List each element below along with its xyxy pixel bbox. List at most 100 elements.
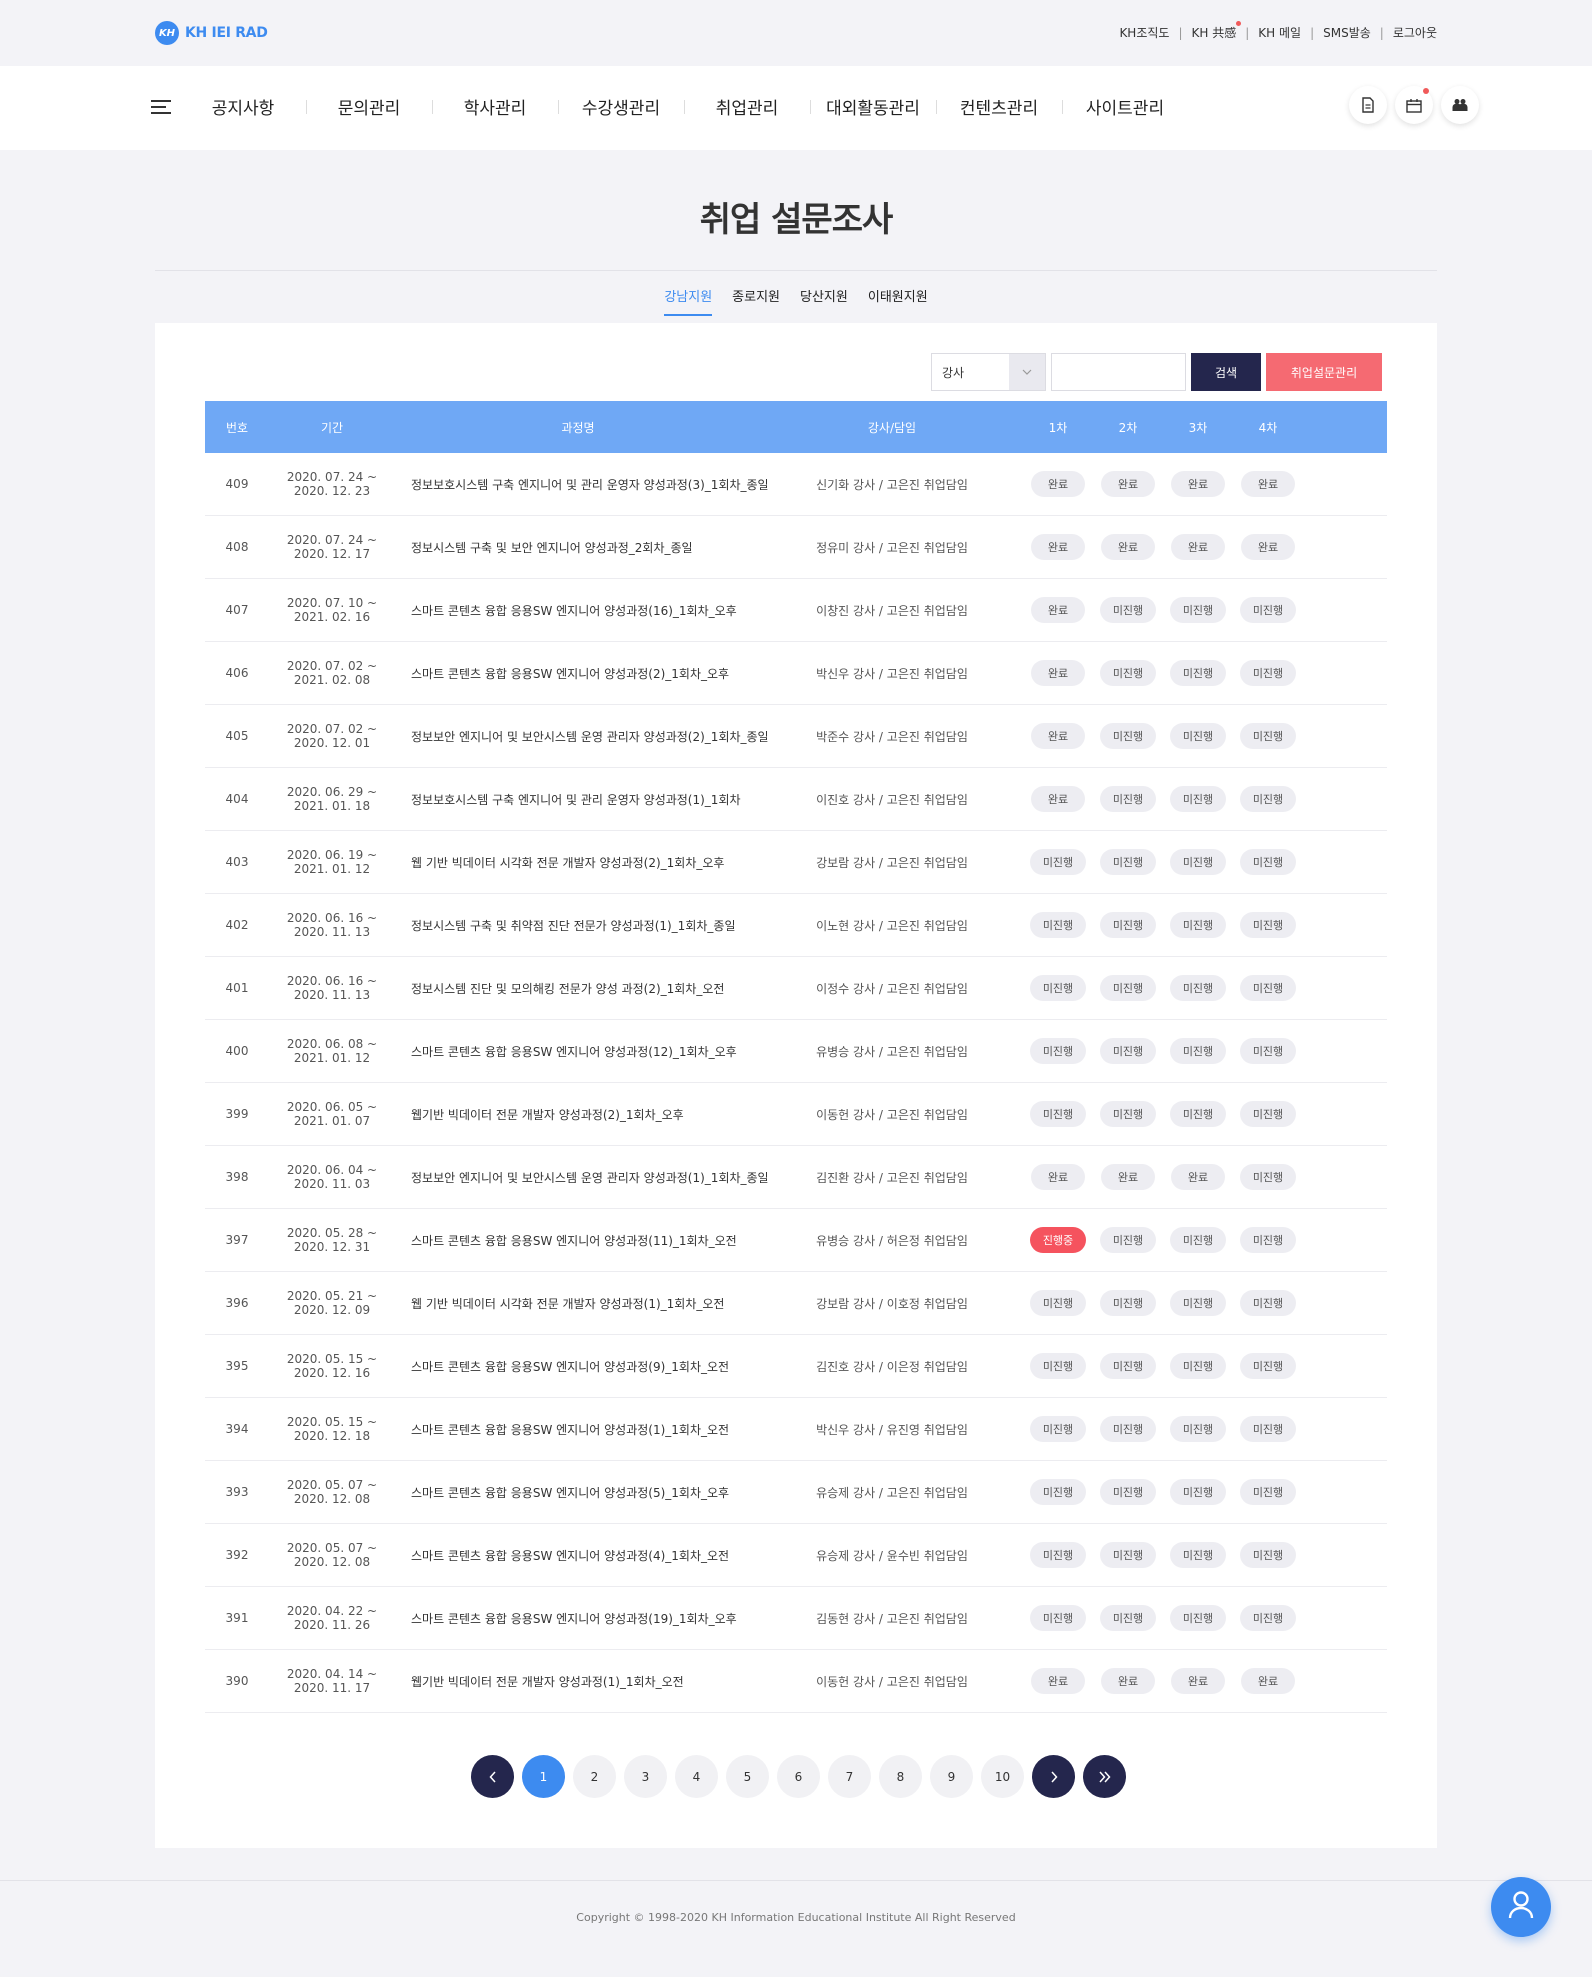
status-badge[interactable]: 미진행 <box>1170 912 1226 938</box>
page-button-2[interactable]: 2 <box>573 1755 616 1798</box>
status-badge[interactable]: 미진행 <box>1030 1290 1086 1316</box>
page-button-4[interactable]: 4 <box>675 1755 718 1798</box>
status-badge[interactable]: 미진행 <box>1170 975 1226 1001</box>
status-badge[interactable]: 완료 <box>1241 534 1295 560</box>
status-badge[interactable]: 미진행 <box>1240 786 1296 812</box>
table-row[interactable]: 391 2020. 04. 22 ~ 2020. 11. 26 스마트 콘텐츠 융합… <box>205 1587 1387 1650</box>
status-badge[interactable]: 완료 <box>1031 786 1085 812</box>
status-badge[interactable]: 완료 <box>1031 471 1085 497</box>
status-badge[interactable]: 미진행 <box>1100 1038 1156 1064</box>
status-badge[interactable]: 미진행 <box>1170 1101 1226 1127</box>
status-badge[interactable]: 미진행 <box>1240 1290 1296 1316</box>
status-badge[interactable]: 완료 <box>1031 534 1085 560</box>
table-row[interactable]: 397 2020. 05. 28 ~ 2020. 12. 31 스마트 콘텐츠 융합… <box>205 1209 1387 1272</box>
status-badge[interactable]: 완료 <box>1031 660 1085 686</box>
status-badge[interactable]: 미진행 <box>1240 1605 1296 1631</box>
status-badge[interactable]: 미진행 <box>1170 1542 1226 1568</box>
status-badge[interactable]: 미진행 <box>1170 1416 1226 1442</box>
page-button-5[interactable]: 5 <box>726 1755 769 1798</box>
table-row[interactable]: 393 2020. 05. 07 ~ 2020. 12. 08 스마트 콘텐츠 융합… <box>205 1461 1387 1524</box>
table-row[interactable]: 394 2020. 05. 15 ~ 2020. 12. 18 스마트 콘텐츠 융합… <box>205 1398 1387 1461</box>
status-badge[interactable]: 미진행 <box>1240 1542 1296 1568</box>
table-row[interactable]: 409 2020. 07. 24 ~ 2020. 12. 23 정보보호시스템 구축… <box>205 453 1387 516</box>
nav-item-site[interactable]: 사이트관리 <box>1062 94 1188 119</box>
status-badge[interactable]: 진행중 <box>1030 1227 1086 1253</box>
tab-itaewon[interactable]: 이태원지원 <box>868 286 928 316</box>
status-badge[interactable]: 미진행 <box>1170 1605 1226 1631</box>
nav-item-academic[interactable]: 학사관리 <box>432 94 558 119</box>
table-row[interactable]: 400 2020. 06. 08 ~ 2021. 01. 12 스마트 콘텐츠 융합… <box>205 1020 1387 1083</box>
status-badge[interactable]: 미진행 <box>1170 1227 1226 1253</box>
table-row[interactable]: 405 2020. 07. 02 ~ 2020. 12. 01 정보보안 엔지니어 … <box>205 705 1387 768</box>
status-badge[interactable]: 미진행 <box>1240 723 1296 749</box>
page-button-8[interactable]: 8 <box>879 1755 922 1798</box>
status-badge[interactable]: 완료 <box>1101 534 1155 560</box>
status-badge[interactable]: 미진행 <box>1030 975 1086 1001</box>
nav-item-notice[interactable]: 공지사항 <box>180 94 306 119</box>
table-row[interactable]: 392 2020. 05. 07 ~ 2020. 12. 08 스마트 콘텐츠 융합… <box>205 1524 1387 1587</box>
last-page-button[interactable] <box>1083 1755 1126 1798</box>
status-badge[interactable]: 미진행 <box>1240 849 1296 875</box>
status-badge[interactable]: 미진행 <box>1030 1479 1086 1505</box>
status-badge[interactable]: 미진행 <box>1030 1101 1086 1127</box>
page-button-3[interactable]: 3 <box>624 1755 667 1798</box>
user-profile-fab[interactable] <box>1491 1877 1551 1937</box>
status-badge[interactable]: 미진행 <box>1240 1416 1296 1442</box>
status-badge[interactable]: 미진행 <box>1100 1353 1156 1379</box>
table-row[interactable]: 395 2020. 05. 15 ~ 2020. 12. 16 스마트 콘텐츠 융합… <box>205 1335 1387 1398</box>
status-badge[interactable]: 완료 <box>1101 1668 1155 1694</box>
status-badge[interactable]: 미진행 <box>1240 912 1296 938</box>
table-row[interactable]: 403 2020. 06. 19 ~ 2021. 01. 12 웹 기반 빅데이터 … <box>205 831 1387 894</box>
status-badge[interactable]: 완료 <box>1241 1668 1295 1694</box>
status-badge[interactable]: 미진행 <box>1240 660 1296 686</box>
nav-item-inquiry[interactable]: 문의관리 <box>306 94 432 119</box>
status-badge[interactable]: 미진행 <box>1030 849 1086 875</box>
tab-jongno[interactable]: 종로지원 <box>732 286 780 316</box>
table-row[interactable]: 390 2020. 04. 14 ~ 2020. 11. 17 웹기반 빅데이터 전… <box>205 1650 1387 1713</box>
status-badge[interactable]: 미진행 <box>1240 1353 1296 1379</box>
status-badge[interactable]: 미진행 <box>1100 1227 1156 1253</box>
nav-item-contents[interactable]: 컨텐츠관리 <box>936 94 1062 119</box>
table-row[interactable]: 408 2020. 07. 24 ~ 2020. 12. 17 정보시스템 구축 및… <box>205 516 1387 579</box>
survey-manage-button[interactable]: 취업설문관리 <box>1266 353 1382 391</box>
table-row[interactable]: 401 2020. 06. 16 ~ 2020. 11. 13 정보시스템 진단 및… <box>205 957 1387 1020</box>
status-badge[interactable]: 완료 <box>1171 471 1225 497</box>
people-icon[interactable] <box>1441 86 1479 124</box>
status-badge[interactable]: 미진행 <box>1100 597 1156 623</box>
status-badge[interactable]: 미진행 <box>1100 660 1156 686</box>
table-row[interactable]: 407 2020. 07. 10 ~ 2021. 02. 16 스마트 콘텐츠 융합… <box>205 579 1387 642</box>
table-row[interactable]: 399 2020. 06. 05 ~ 2021. 01. 07 웹기반 빅데이터 전… <box>205 1083 1387 1146</box>
table-row[interactable]: 396 2020. 05. 21 ~ 2020. 12. 09 웹 기반 빅데이터 … <box>205 1272 1387 1335</box>
status-badge[interactable]: 미진행 <box>1170 660 1226 686</box>
status-badge[interactable]: 미진행 <box>1170 1479 1226 1505</box>
page-button-9[interactable]: 9 <box>930 1755 973 1798</box>
prev-page-button[interactable] <box>471 1755 514 1798</box>
util-link-mail[interactable]: KH 메일 <box>1258 24 1301 41</box>
util-link-gonggam[interactable]: KH 共感 <box>1192 21 1242 41</box>
status-badge[interactable]: 미진행 <box>1100 1605 1156 1631</box>
status-badge[interactable]: 미진행 <box>1030 1416 1086 1442</box>
util-link-sms[interactable]: SMS발송 <box>1323 24 1371 41</box>
status-badge[interactable]: 미진행 <box>1170 597 1226 623</box>
status-badge[interactable]: 미진행 <box>1100 1479 1156 1505</box>
status-badge[interactable]: 미진행 <box>1240 1227 1296 1253</box>
status-badge[interactable]: 미진행 <box>1240 1479 1296 1505</box>
status-badge[interactable]: 완료 <box>1031 1164 1085 1190</box>
status-badge[interactable]: 완료 <box>1241 471 1295 497</box>
status-badge[interactable]: 미진행 <box>1170 723 1226 749</box>
table-row[interactable]: 398 2020. 06. 04 ~ 2020. 11. 03 정보보안 엔지니어 … <box>205 1146 1387 1209</box>
tab-dangsan[interactable]: 당산지원 <box>800 286 848 316</box>
status-badge[interactable]: 미진행 <box>1240 1038 1296 1064</box>
status-badge[interactable]: 미진행 <box>1100 786 1156 812</box>
page-button-7[interactable]: 7 <box>828 1755 871 1798</box>
search-type-select[interactable]: 강사 <box>931 353 1046 391</box>
status-badge[interactable]: 미진행 <box>1240 1101 1296 1127</box>
search-button[interactable]: 검색 <box>1191 353 1261 391</box>
page-button-10[interactable]: 10 <box>981 1755 1024 1798</box>
table-row[interactable]: 406 2020. 07. 02 ~ 2021. 02. 08 스마트 콘텐츠 융합… <box>205 642 1387 705</box>
status-badge[interactable]: 미진행 <box>1100 975 1156 1001</box>
hamburger-menu-icon[interactable] <box>151 100 171 114</box>
page-button-6[interactable]: 6 <box>777 1755 820 1798</box>
status-badge[interactable]: 미진행 <box>1030 1542 1086 1568</box>
tab-gangnam[interactable]: 강남지원 <box>664 286 713 316</box>
